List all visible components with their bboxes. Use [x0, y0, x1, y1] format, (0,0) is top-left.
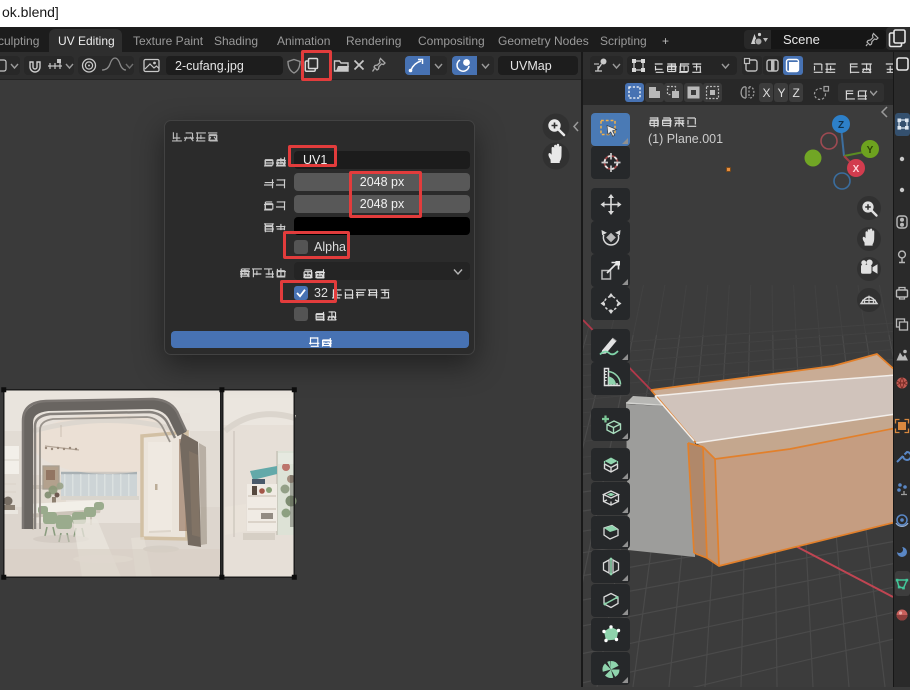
- svg-text:Z: Z: [838, 120, 844, 131]
- svg-text:X: X: [853, 164, 860, 175]
- svg-text:Y: Y: [867, 145, 874, 156]
